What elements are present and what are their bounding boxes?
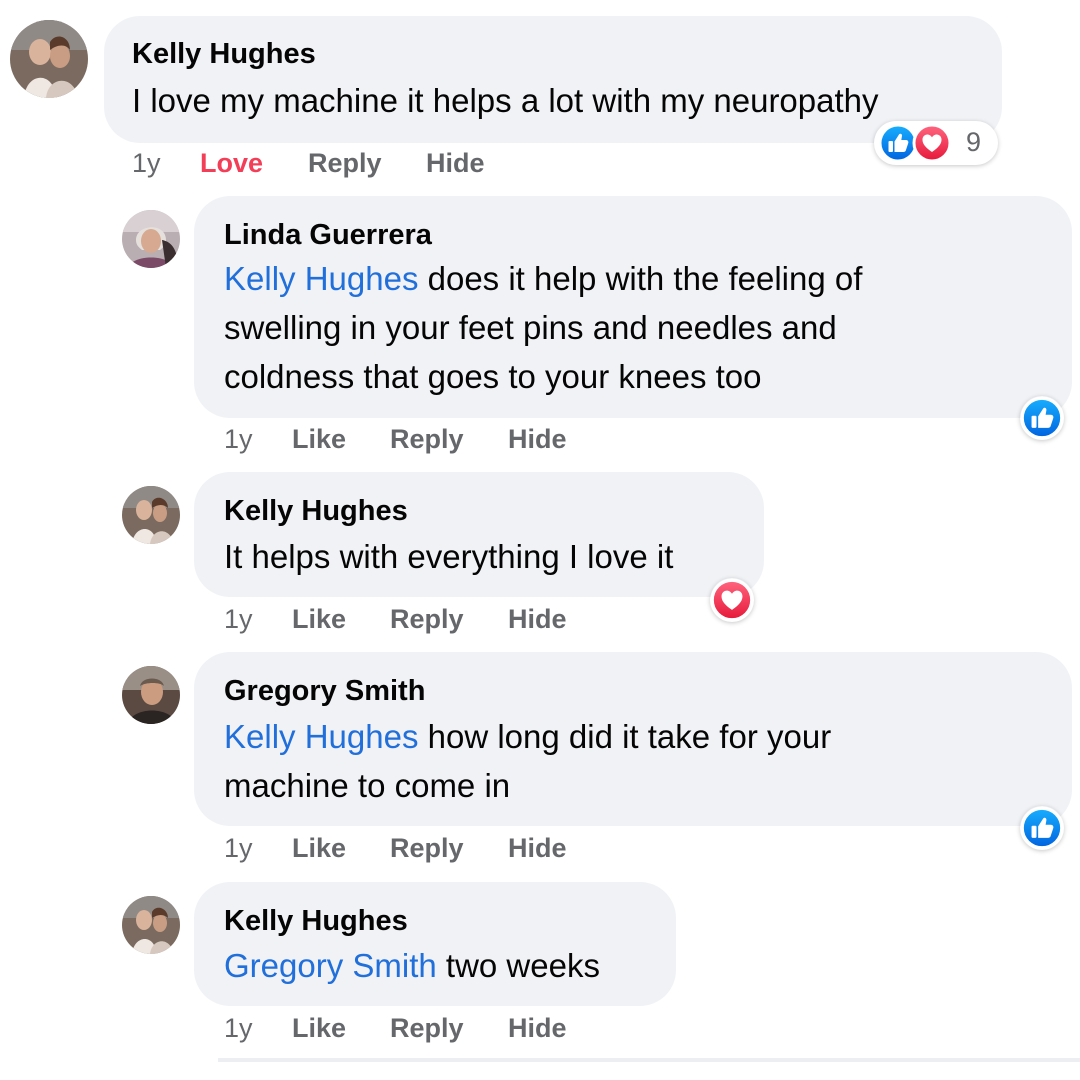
reply-comment-1: Linda Guerrera Kelly Hughes does it help… (0, 190, 1080, 470)
comment-1: Kelly Hughes I love my machine it helps … (0, 0, 1080, 190)
love-button[interactable]: Love (200, 148, 263, 179)
like-button[interactable]: Like (292, 424, 346, 455)
reply-button[interactable]: Reply (390, 1013, 464, 1044)
comment-text: I love my machine it helps a lot with my… (132, 82, 879, 119)
comment-text: It helps with everything I love it (224, 538, 674, 575)
hide-button[interactable]: Hide (426, 148, 485, 179)
love-reaction-icon (912, 123, 952, 163)
mention-link[interactable]: Kelly Hughes (224, 718, 418, 755)
mention-link[interactable]: Kelly Hughes (224, 260, 418, 297)
author-name[interactable]: Kelly Hughes (224, 904, 408, 938)
avatar[interactable] (10, 20, 88, 98)
reply-button[interactable]: Reply (390, 604, 464, 635)
hide-button[interactable]: Hide (508, 1013, 567, 1044)
avatar[interactable] (122, 210, 180, 268)
reply-button[interactable]: Reply (390, 833, 464, 864)
comment-text-line: machine to come in (224, 767, 511, 804)
comment-bubble: Linda Guerrera Kelly Hughes does it help… (194, 196, 1072, 418)
comment-text: Kelly Hughes does it help with the feeli… (224, 254, 1064, 401)
love-reaction-icon[interactable] (710, 578, 754, 622)
reaction-count: 9 (966, 127, 982, 157)
comment-text-line: how long did it take for your (418, 718, 832, 755)
timestamp[interactable]: 1y (132, 148, 161, 179)
author-name[interactable]: Kelly Hughes (224, 494, 408, 528)
comment-text: Gregory Smith two weeks (224, 941, 600, 990)
reply-comment-3: Gregory Smith Kelly Hughes how long did … (0, 650, 1080, 880)
comment-text-line: does it help with the feeling of (418, 260, 863, 297)
avatar[interactable] (122, 896, 180, 954)
reactions-summary[interactable]: 9 (874, 121, 998, 165)
like-button[interactable]: Like (292, 833, 346, 864)
like-reaction-icon[interactable] (1020, 396, 1064, 440)
timestamp[interactable]: 1y (224, 604, 253, 635)
hide-button[interactable]: Hide (508, 833, 567, 864)
avatar[interactable] (122, 486, 180, 544)
timestamp[interactable]: 1y (224, 1013, 253, 1044)
avatar[interactable] (122, 666, 180, 724)
like-button[interactable]: Like (292, 1013, 346, 1044)
timestamp[interactable]: 1y (224, 424, 253, 455)
like-reaction-icon[interactable] (1020, 806, 1064, 850)
comment-bubble: Kelly Hughes Gregory Smith two weeks (194, 882, 676, 1006)
reply-button[interactable]: Reply (308, 148, 382, 179)
reply-comment-2: Kelly Hughes It helps with everything I … (0, 470, 1080, 650)
reply-button[interactable]: Reply (390, 424, 464, 455)
comment-text-line: coldness that goes to your knees too (224, 358, 762, 395)
hide-button[interactable]: Hide (508, 424, 567, 455)
author-name[interactable]: Kelly Hughes (132, 37, 316, 71)
divider (218, 1058, 1080, 1062)
timestamp[interactable]: 1y (224, 833, 253, 864)
mention-link[interactable]: Gregory Smith (224, 947, 437, 984)
author-name[interactable]: Gregory Smith (224, 674, 425, 708)
comment-text: Kelly Hughes how long did it take for yo… (224, 712, 1064, 810)
comment-text-line: swelling in your feet pins and needles a… (224, 309, 837, 346)
comment-text-body: two weeks (436, 947, 600, 984)
comment-bubble: Kelly Hughes It helps with everything I … (194, 472, 764, 597)
comment-bubble: Kelly Hughes I love my machine it helps … (104, 16, 1002, 143)
hide-button[interactable]: Hide (508, 604, 567, 635)
comment-bubble: Gregory Smith Kelly Hughes how long did … (194, 652, 1072, 826)
like-button[interactable]: Like (292, 604, 346, 635)
author-name[interactable]: Linda Guerrera (224, 218, 432, 252)
reply-comment-4: Kelly Hughes Gregory Smith two weeks 1y … (0, 880, 1080, 1080)
